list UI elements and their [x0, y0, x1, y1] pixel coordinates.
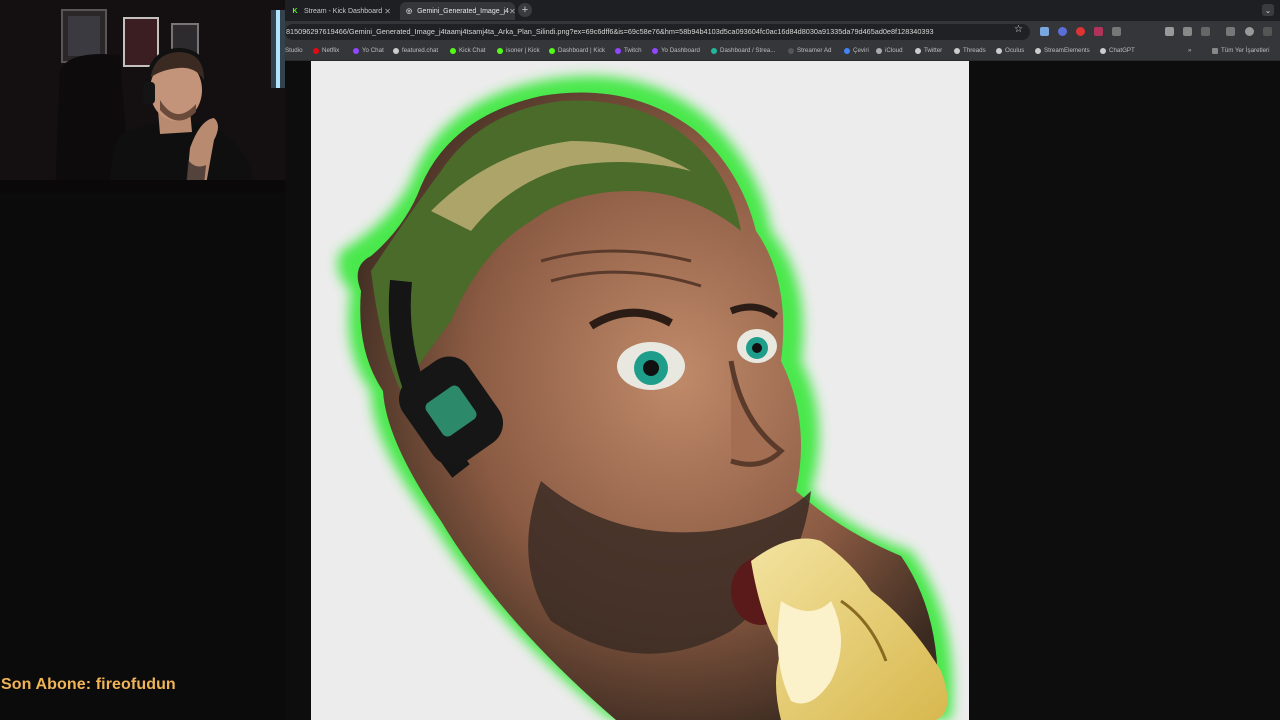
- globe-icon: [1100, 47, 1106, 54]
- bookmark-item[interactable]: Streamer Ad: [788, 47, 831, 54]
- bookmark-item[interactable]: Çeviri: [844, 47, 869, 54]
- twitch-icon: [652, 47, 658, 54]
- bookmark-item[interactable]: Kick Chat: [450, 47, 485, 54]
- bookmark-icon: [788, 47, 794, 54]
- extension-icon[interactable]: [1165, 27, 1174, 36]
- globe-icon: [393, 47, 399, 54]
- bookmark-item[interactable]: ChatGPT: [1100, 47, 1135, 54]
- extension-icon[interactable]: [1040, 27, 1049, 36]
- bookmark-item[interactable]: Twitter: [915, 47, 942, 54]
- translate-icon: [844, 47, 850, 54]
- bookmark-item[interactable]: iCloud: [876, 47, 903, 54]
- all-bookmarks-button[interactable]: Tüm Yer İşaretleri: [1212, 47, 1270, 54]
- bookmark-item[interactable]: Threads: [954, 47, 986, 54]
- icloud-icon: [876, 47, 882, 54]
- toolbar: 815096297619466/Gemini_Generated_Image_j…: [285, 21, 1280, 42]
- bookmark-item[interactable]: Twitch: [615, 47, 642, 54]
- address-bar[interactable]: 815096297619466/Gemini_Generated_Image_j…: [285, 24, 1030, 40]
- bookmark-item[interactable]: Dashboard | Kick: [549, 47, 605, 54]
- browser-window: K Stream - Kick Dashboard ✕ ◎ Gemini_Gen…: [285, 0, 1280, 720]
- extension-icon[interactable]: [1112, 27, 1121, 36]
- bookmark-item[interactable]: featured.chat: [393, 47, 438, 54]
- tab-label: Gemini_Generated_Image_j4: [417, 7, 509, 15]
- bookmark-item[interactable]: Oculus: [996, 47, 1024, 54]
- tab-search-icon[interactable]: ⌄: [1262, 4, 1274, 16]
- streamlabs-icon: [711, 47, 717, 54]
- globe-icon: [996, 47, 1002, 54]
- webcam-overlay: [0, 0, 287, 193]
- globe-icon: ◎: [406, 8, 413, 15]
- pupil-right: [752, 343, 762, 353]
- bookmark-item[interactable]: Dashboard / Strea...: [711, 47, 775, 54]
- tab-kick-dashboard[interactable]: K Stream - Kick Dashboard ✕: [285, 2, 397, 20]
- netflix-icon: [313, 47, 319, 54]
- shield-icon[interactable]: [1183, 27, 1192, 36]
- tab-bar: K Stream - Kick Dashboard ✕ ◎ Gemini_Gen…: [285, 0, 1280, 21]
- close-tab-icon[interactable]: ✕: [509, 7, 516, 16]
- bookmarks-overflow-icon[interactable]: »: [1188, 47, 1191, 54]
- extension-icon[interactable]: [1058, 27, 1067, 36]
- twitch-icon: [615, 47, 621, 54]
- bookmark-item[interactable]: Netflix: [313, 47, 339, 54]
- kick-icon: K: [291, 7, 299, 15]
- extension-icon[interactable]: [1076, 27, 1085, 36]
- globe-icon: [1035, 47, 1041, 54]
- displayed-image: [311, 61, 969, 720]
- tab-gemini-image[interactable]: ◎ Gemini_Generated_Image_j4 ✕: [400, 2, 516, 20]
- puzzle-icon[interactable]: [1201, 27, 1210, 36]
- kick-icon: [497, 47, 503, 54]
- folder-icon: [1212, 47, 1218, 54]
- globe-icon: [915, 47, 921, 54]
- bookmark-star-icon[interactable]: ☆: [1014, 24, 1023, 35]
- extension-icon[interactable]: [1094, 27, 1103, 36]
- new-tab-button[interactable]: +: [518, 3, 532, 17]
- bookmark-item[interactable]: StreamElements: [1035, 47, 1090, 54]
- kick-icon: [549, 47, 555, 54]
- download-icon[interactable]: [1226, 27, 1235, 36]
- menu-icon[interactable]: [1263, 27, 1272, 36]
- profile-avatar-icon[interactable]: [1245, 27, 1254, 36]
- pupil-left: [643, 360, 659, 376]
- bookmarks-bar: Studio Netflix Yo Chat featured.chat Kic…: [285, 42, 1280, 61]
- bookmark-item[interactable]: isoner | Kick: [497, 47, 540, 54]
- last-subscriber-label: Son Abone: fireofudun: [1, 676, 176, 693]
- kick-icon: [450, 47, 456, 54]
- bookmark-item[interactable]: Studio: [285, 47, 303, 54]
- close-tab-icon[interactable]: ✕: [384, 7, 391, 16]
- url-text: 815096297619466/Gemini_Generated_Image_j…: [286, 27, 934, 36]
- screen: K Stream - Kick Dashboard ✕ ◎ Gemini_Gen…: [0, 0, 1280, 720]
- bookmark-item[interactable]: Yo Chat: [353, 47, 384, 54]
- tab-label: Stream - Kick Dashboard: [304, 7, 383, 15]
- twitch-icon: [353, 47, 359, 54]
- bookmark-item[interactable]: Yo Dashboard: [652, 47, 700, 54]
- globe-icon: [954, 47, 960, 54]
